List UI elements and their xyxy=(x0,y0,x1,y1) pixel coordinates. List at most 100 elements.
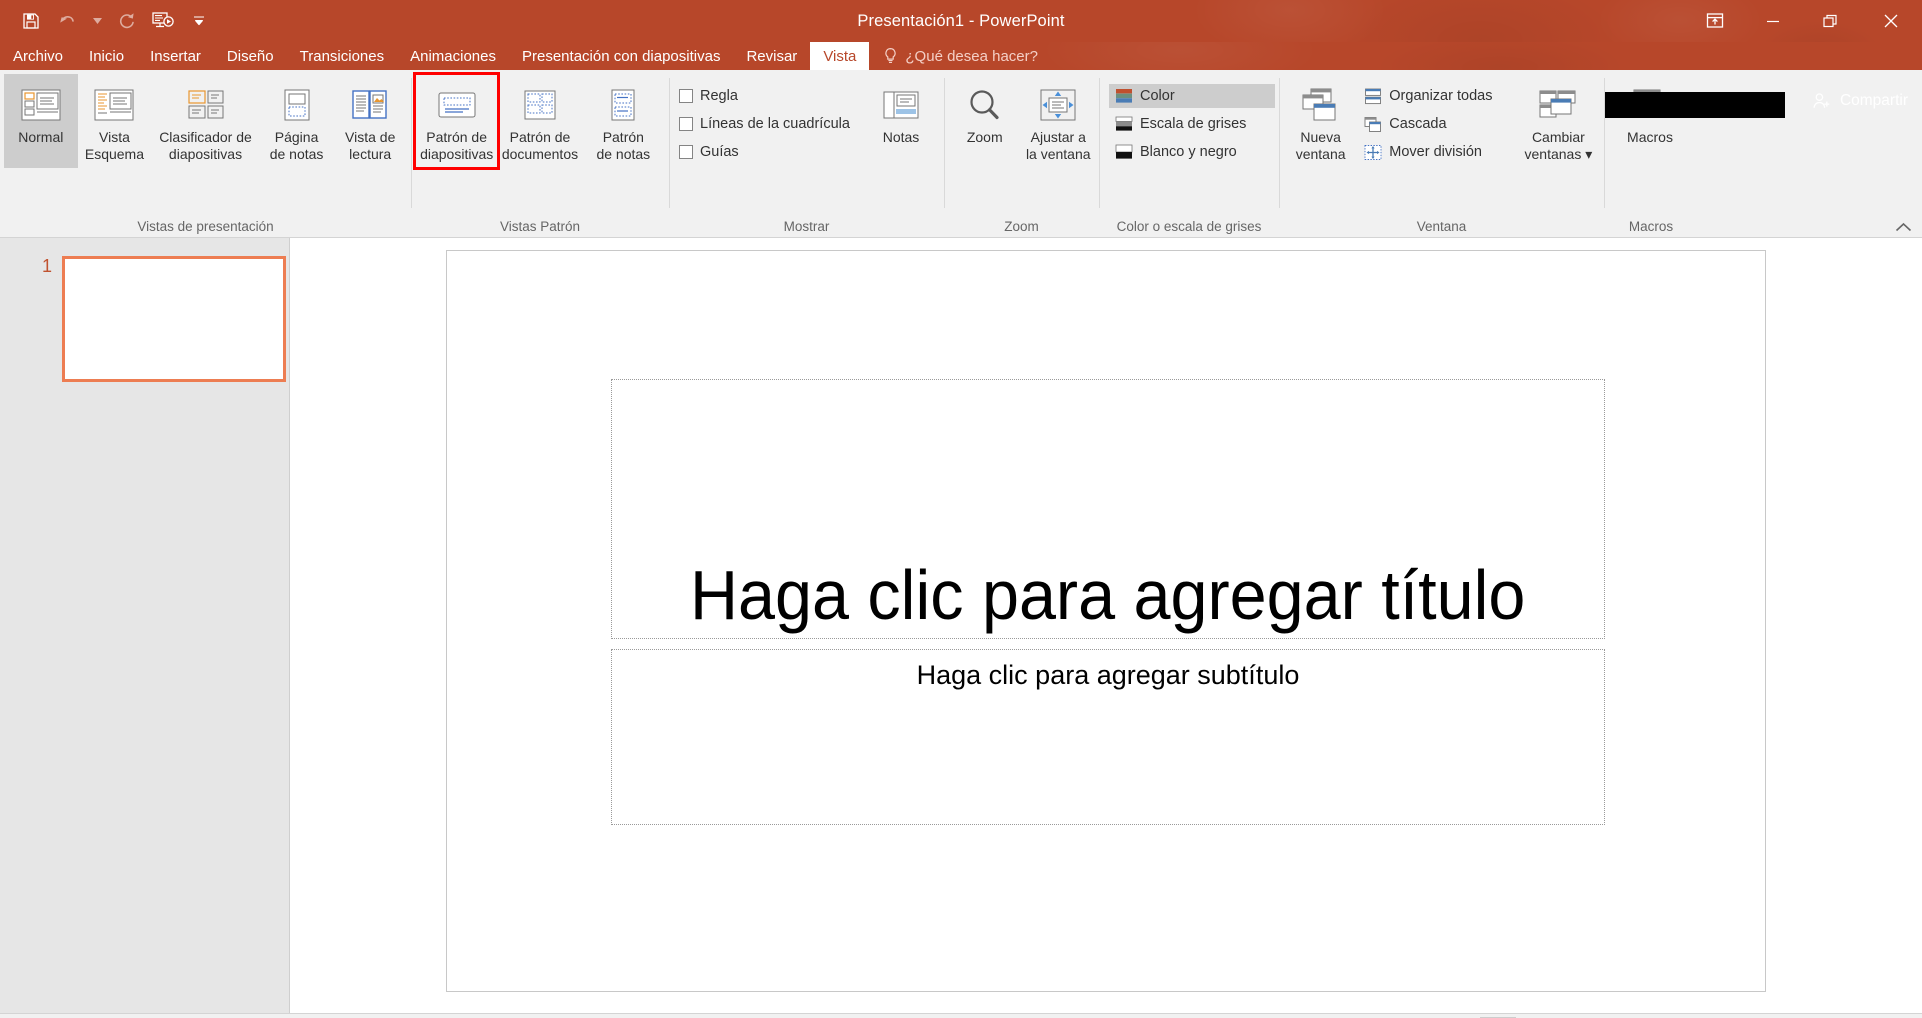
blackwhite-swatch-icon xyxy=(1115,144,1133,160)
thumbnail-number: 1 xyxy=(41,256,52,276)
switch-windows-icon xyxy=(1537,82,1579,128)
checkbox-regla-label: Regla xyxy=(700,88,738,104)
handout-master-label-1: Patrón de xyxy=(509,129,571,145)
tab-inicio[interactable]: Inicio xyxy=(76,42,137,70)
fit-to-window-icon xyxy=(1037,82,1079,128)
checkbox-lineas-cuadricula-box[interactable] xyxy=(679,117,693,131)
group-label-macros: Macros xyxy=(1628,219,1674,234)
new-window-label-2: ventana xyxy=(1295,146,1346,162)
group-label-ventana: Ventana xyxy=(1416,219,1467,234)
notes-icon xyxy=(880,82,922,128)
notes-master-icon xyxy=(602,82,644,128)
notes-master-label-2: de notas xyxy=(596,146,651,162)
cascade-icon xyxy=(1364,116,1382,133)
slide-master-label-2: diapositivas xyxy=(420,146,494,162)
slide-editing-pane: Haga clic para agregar título Haga clic … xyxy=(290,238,1922,1013)
reading-view-button[interactable]: Vista de lectura xyxy=(333,74,407,168)
redo-icon[interactable] xyxy=(110,4,144,38)
minimize-icon[interactable] xyxy=(1744,0,1802,42)
tab-insertar[interactable]: Insertar xyxy=(137,42,214,70)
checkbox-lineas-cuadricula[interactable]: Líneas de la cuadrícula xyxy=(673,112,863,136)
arrange-all-button[interactable]: Organizar todas xyxy=(1358,84,1517,108)
cascade-button[interactable]: Cascada xyxy=(1358,112,1517,136)
normal-view-button[interactable]: Normal xyxy=(4,74,78,168)
grayscale-option-label: Escala de grises xyxy=(1140,116,1247,132)
slide-master-button[interactable]: Patrón de diapositivas xyxy=(412,72,501,170)
save-icon[interactable] xyxy=(14,4,48,38)
grayscale-option[interactable]: Escala de grises xyxy=(1109,112,1275,136)
undo-icon[interactable] xyxy=(50,4,84,38)
tab-presentacion-con-diapositivas[interactable]: Presentación con diapositivas xyxy=(509,42,733,70)
slide-sorter-icon xyxy=(185,82,227,128)
color-option[interactable]: Color xyxy=(1109,84,1275,108)
new-window-button[interactable]: Nueva ventana xyxy=(1283,74,1358,168)
notes-button[interactable]: Notas xyxy=(863,74,939,168)
handout-master-label-2: documentos xyxy=(501,146,579,162)
notes-page-button[interactable]: Página de notas xyxy=(260,74,334,168)
handout-master-button[interactable]: Patrón de documentos xyxy=(498,74,581,168)
ribbon-group-zoom: Zoom Ajustar a la ventana Zoom xyxy=(944,70,1099,238)
close-icon[interactable] xyxy=(1860,0,1922,42)
start-slideshow-icon[interactable] xyxy=(146,4,180,38)
notes-master-button[interactable]: Patrón de notas xyxy=(582,74,665,168)
title-placeholder[interactable]: Haga clic para agregar título xyxy=(611,379,1605,639)
outline-view-label-1: Vista xyxy=(99,129,130,145)
redacted-region xyxy=(1605,92,1785,118)
tab-vista[interactable]: Vista xyxy=(810,42,870,70)
slide-sorter-button[interactable]: Clasificador de diapositivas xyxy=(151,74,260,168)
comments-toggle-button[interactable]: Comentarios xyxy=(1354,1014,1478,1018)
tab-animaciones[interactable]: Animaciones xyxy=(397,42,509,70)
checkbox-guias-label: Guías xyxy=(700,144,739,160)
move-split-button[interactable]: Mover división xyxy=(1358,140,1517,164)
outline-view-button[interactable]: Vista Esquema xyxy=(78,74,152,168)
share-label: Compartir xyxy=(1839,92,1908,109)
lightbulb-icon xyxy=(883,47,898,65)
checkbox-regla[interactable]: Regla xyxy=(673,84,863,108)
tab-transiciones[interactable]: Transiciones xyxy=(287,42,397,70)
slide-sorter-label-1: Clasificador de xyxy=(159,129,252,145)
ribbon-group-mostrar: Regla Líneas de la cuadrícula Guías Nota… xyxy=(669,70,944,238)
fit-to-window-label-1: Ajustar a xyxy=(1030,129,1086,145)
checkbox-lineas-cuadricula-label: Líneas de la cuadrícula xyxy=(700,116,850,132)
tab-diseno[interactable]: Diseño xyxy=(214,42,287,70)
tell-me-search[interactable]: ¿Qué desea hacer? xyxy=(869,42,1048,70)
subtitle-placeholder[interactable]: Haga clic para agregar subtítulo xyxy=(611,649,1605,825)
subtitle-placeholder-text: Haga clic para agregar subtítulo xyxy=(916,660,1300,690)
reading-view-label-2: lectura xyxy=(349,146,392,162)
outline-view-icon xyxy=(93,82,135,128)
fit-to-window-button[interactable]: Ajustar a la ventana xyxy=(1022,74,1096,168)
thumbnail-item[interactable]: 1 xyxy=(38,256,289,382)
ribbon-group-vistas-patron: Patrón de diapositivas Patrón de documen… xyxy=(411,70,669,238)
slide-thumbnail-1[interactable] xyxy=(62,256,286,382)
undo-dropdown-icon[interactable] xyxy=(86,4,108,38)
checkbox-guias[interactable]: Guías xyxy=(673,140,863,164)
slide-master-label-1: Patrón de xyxy=(426,129,488,145)
blackwhite-option[interactable]: Blanco y negro xyxy=(1109,140,1275,164)
customize-qat-icon[interactable] xyxy=(182,4,216,38)
tell-me-placeholder: ¿Qué desea hacer? xyxy=(905,47,1038,65)
title-placeholder-text: Haga clic para agregar título xyxy=(690,556,1526,634)
person-add-icon xyxy=(1812,92,1832,110)
group-label-zoom: Zoom xyxy=(1004,219,1039,234)
tab-archivo[interactable]: Archivo xyxy=(0,42,76,70)
normal-view-icon xyxy=(20,82,62,128)
tab-revisar[interactable]: Revisar xyxy=(733,42,810,70)
ribbon-display-options-icon[interactable] xyxy=(1686,0,1744,42)
checkbox-guias-box[interactable] xyxy=(679,145,693,159)
reading-view-label-1: Vista de xyxy=(345,129,396,145)
slide-canvas[interactable]: Haga clic para agregar título Haga clic … xyxy=(446,250,1766,992)
fit-to-window-label-2: la ventana xyxy=(1025,146,1091,162)
new-window-label-1: Nueva xyxy=(1300,129,1341,145)
macros-button[interactable]: Macros xyxy=(1608,74,1692,168)
checkbox-regla-box[interactable] xyxy=(679,89,693,103)
notes-toggle-button[interactable]: Notas xyxy=(1272,1014,1354,1018)
collapse-ribbon-icon[interactable] xyxy=(1895,222,1912,233)
restore-icon[interactable] xyxy=(1802,0,1860,42)
zoom-button[interactable]: Zoom xyxy=(948,74,1022,168)
work-area: 1 Haga clic para agregar título Haga cli… xyxy=(0,238,1922,1013)
notes-button-label: Notas xyxy=(882,129,920,145)
share-button[interactable]: Compartir xyxy=(1812,92,1908,110)
normal-view-label: Normal xyxy=(18,129,64,145)
switch-windows-button[interactable]: Cambiar ventanas ▾ xyxy=(1517,74,1600,168)
slide-sorter-label-2: diapositivas xyxy=(168,146,243,162)
